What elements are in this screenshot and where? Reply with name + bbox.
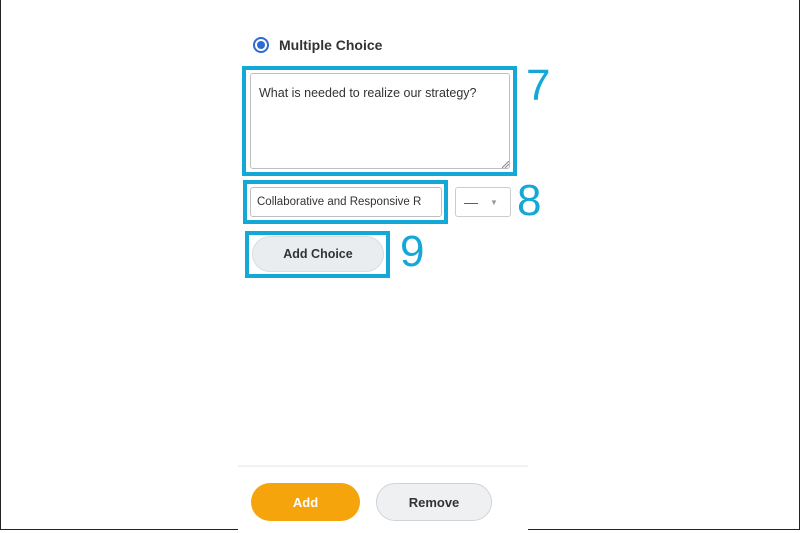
choice-order-select[interactable]: — ▼: [455, 187, 511, 217]
radio-selected-dot: [257, 41, 265, 49]
step-number-8: 8: [517, 176, 542, 225]
question-type-label: Multiple Choice: [279, 37, 383, 53]
select-value: —: [464, 194, 478, 210]
step-number-9: 9: [400, 227, 425, 276]
question-type-option[interactable]: Multiple Choice: [253, 37, 382, 53]
add-button[interactable]: Add: [251, 483, 360, 521]
remove-button[interactable]: Remove: [376, 483, 492, 521]
highlight-box-choice: [243, 180, 448, 224]
highlight-box-question: [242, 66, 517, 176]
chevron-down-icon: ▼: [490, 197, 498, 207]
radio-button[interactable]: [253, 37, 269, 53]
step-number-7: 7: [526, 61, 551, 110]
highlight-box-add-choice: [245, 231, 390, 278]
